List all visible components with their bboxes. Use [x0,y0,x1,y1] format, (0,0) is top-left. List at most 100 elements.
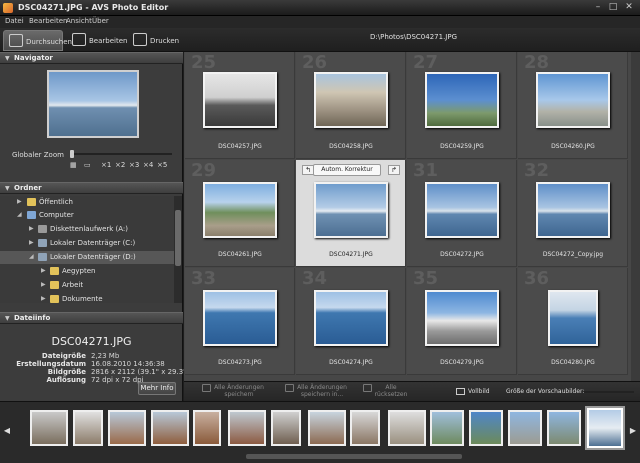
tree-item-dokumente[interactable]: ▶ Dokumente [0,293,174,306]
thumbnail-tile[interactable]: 36 DSC04280.JPG [518,268,628,375]
navigator-preview[interactable] [47,70,139,138]
thumbnail-tile[interactable]: 26 DSC04258.JPG [296,52,406,159]
filmstrip-scrollbar[interactable] [246,454,462,459]
photo-thumbnail [425,182,499,238]
fit-icon[interactable]: ▦ [70,161,77,169]
photo-thumbnail [203,72,277,128]
maximize-icon[interactable]: □ [606,2,620,13]
thumbnail-tile[interactable]: 32 DSC04272_Copy.jpg [518,160,628,267]
more-info-button[interactable]: Mehr Info [138,382,176,395]
filmstrip-thumbnail[interactable] [30,410,68,446]
filmstrip-thumbnail[interactable] [151,410,189,446]
filmstrip-thumbnail[interactable] [271,410,301,446]
thumbnail-tile[interactable]: 34 DSC04274.JPG [296,268,406,375]
folder-header[interactable]: ▼ Ordner [0,182,183,194]
menu-bearbeiten[interactable]: Bearbeiten [29,17,67,25]
drive-icon [38,253,47,261]
thumb-size-slider[interactable] [584,391,634,393]
filmstrip-thumbnail[interactable] [350,410,380,446]
folder-scrollbar[interactable] [174,196,182,303]
zoom-x5[interactable]: ×5 [157,161,167,169]
menu-ansicht[interactable]: Ansicht [66,17,92,25]
photo-thumbnail [536,72,610,128]
filmstrip-thumbnail[interactable] [73,410,103,446]
expand-icon: ▶ [41,281,46,288]
thumbnail-tile[interactable]: 28 DSC04260.JPG [518,52,628,159]
fileinfo-header[interactable]: ▼ Dateiinfo [0,312,183,324]
fileinfo-filename: DSC04271.JPG [51,335,132,348]
filmstrip-thumbnail[interactable] [228,410,266,446]
filmstrip-thumbnail[interactable] [469,410,503,446]
zoom-x1[interactable]: ×1 [101,161,111,169]
auto-correct-button[interactable]: Autom. Korrektur [313,164,381,176]
grid-scrollbar[interactable] [631,52,640,381]
expand-icon: ▶ [29,239,34,246]
mode-bar: Durchsuchen Bearbeiten Drucken [0,28,640,52]
filmstrip-thumbnail[interactable] [193,410,221,446]
info-key: Dateigröße [41,352,86,360]
tree-item-arbeit[interactable]: ▶ Arbeit [0,279,174,292]
expand-icon: ▶ [29,225,34,232]
save-icon [202,384,212,392]
folder-icon [50,295,59,303]
photo-thumbnail [314,290,388,346]
thumbnail-tile[interactable]: 35 DSC04279.JPG [407,268,517,375]
save-all-in-button[interactable]: Alle Änderungen speichern in... [276,384,356,398]
tab-drucken[interactable]: Drucken [128,30,183,51]
thumbnail-tile[interactable]: 25 DSC04257.JPG [185,52,295,159]
filmstrip-thumbnail[interactable] [108,410,146,446]
thumbnail-grid: 25 DSC04257.JPG 26 DSC04258.JPG 27 DSC04… [184,52,640,381]
thumbnail-tile[interactable]: 27 DSC04259.JPG [407,52,517,159]
rotate-right-icon[interactable]: ↱ [388,165,400,175]
thumbnail-tile[interactable]: 29 DSC04261.JPG [185,160,295,267]
zoom-slider[interactable] [72,153,172,155]
navigator-header[interactable]: ▼ Navigator [0,52,183,64]
photo-thumbnail [425,72,499,128]
reset-all-button[interactable]: Alle rücksetzen [360,384,410,398]
thumbnail-tile[interactable]: 33 DSC04273.JPG [185,268,295,375]
tree-item-drive-c[interactable]: ▶ Lokaler Datenträger (C:) [0,237,174,250]
save-as-icon [285,384,295,392]
drive-icon [38,239,47,247]
collapse-icon: ▼ [5,315,10,322]
fullscreen-icon [456,388,465,395]
zoom-slider-handle[interactable] [70,150,74,158]
scrollbar-thumb[interactable] [175,210,181,266]
save-all-button[interactable]: Alle Änderungen speichern [198,384,268,398]
filmstrip-next-icon[interactable]: ▶ [628,423,638,439]
photo-thumbnail [536,182,610,238]
filmstrip-thumbnail[interactable] [308,410,346,446]
fullscreen-button[interactable]: Vollbild [456,388,490,395]
menu-datei[interactable]: Datei [5,17,24,25]
tree-item-aegypten[interactable]: ▶ Aegypten [0,265,174,278]
photo-thumbnail [314,72,388,128]
tree-item-drive-d[interactable]: ◢ Lokaler Datenträger (D:) [0,251,174,264]
photo-thumbnail [203,290,277,346]
thumbnail-tile-selected[interactable]: ↰ Autom. Korrektur ↱ DSC04271.JPG [296,160,406,267]
tree-item-oeffentlich[interactable]: ▶ Öffentlich [0,196,174,209]
filmstrip-thumbnail[interactable] [430,410,464,446]
filmstrip-thumbnail[interactable] [508,410,542,446]
title-bar: DSC04271.JPG - AVS Photo Editor – □ ✕ [0,0,640,16]
info-value: 16.08.2010 14:36:38 [91,360,165,368]
zoom-x4[interactable]: ×4 [143,161,153,169]
tree-item-floppy[interactable]: ▶ Diskettenlaufwerk (A:) [0,223,174,236]
edit-icon [72,33,86,46]
info-key: Auflösung [46,376,86,384]
photo-thumbnail [548,290,598,346]
folder-icon [50,267,59,275]
filmstrip-thumbnail-selected[interactable] [585,406,625,450]
tab-bearbeiten[interactable]: Bearbeiten [67,30,127,51]
filmstrip-thumbnail[interactable] [388,410,426,446]
filmstrip-prev-icon[interactable]: ◀ [2,423,12,439]
thumbnail-tile[interactable]: 31 DSC04272.JPG [407,160,517,267]
zoom-x2[interactable]: ×2 [115,161,125,169]
zoom-x3[interactable]: ×3 [129,161,139,169]
tab-durchsuchen[interactable]: Durchsuchen [3,30,72,51]
minimize-icon[interactable]: – [591,2,605,13]
menu-ueber[interactable]: Über [92,17,109,25]
tree-item-computer[interactable]: ◢ Computer [0,209,174,222]
actual-size-icon[interactable]: ▭ [84,161,91,169]
filmstrip-thumbnail[interactable] [547,410,581,446]
close-icon[interactable]: ✕ [622,2,636,13]
